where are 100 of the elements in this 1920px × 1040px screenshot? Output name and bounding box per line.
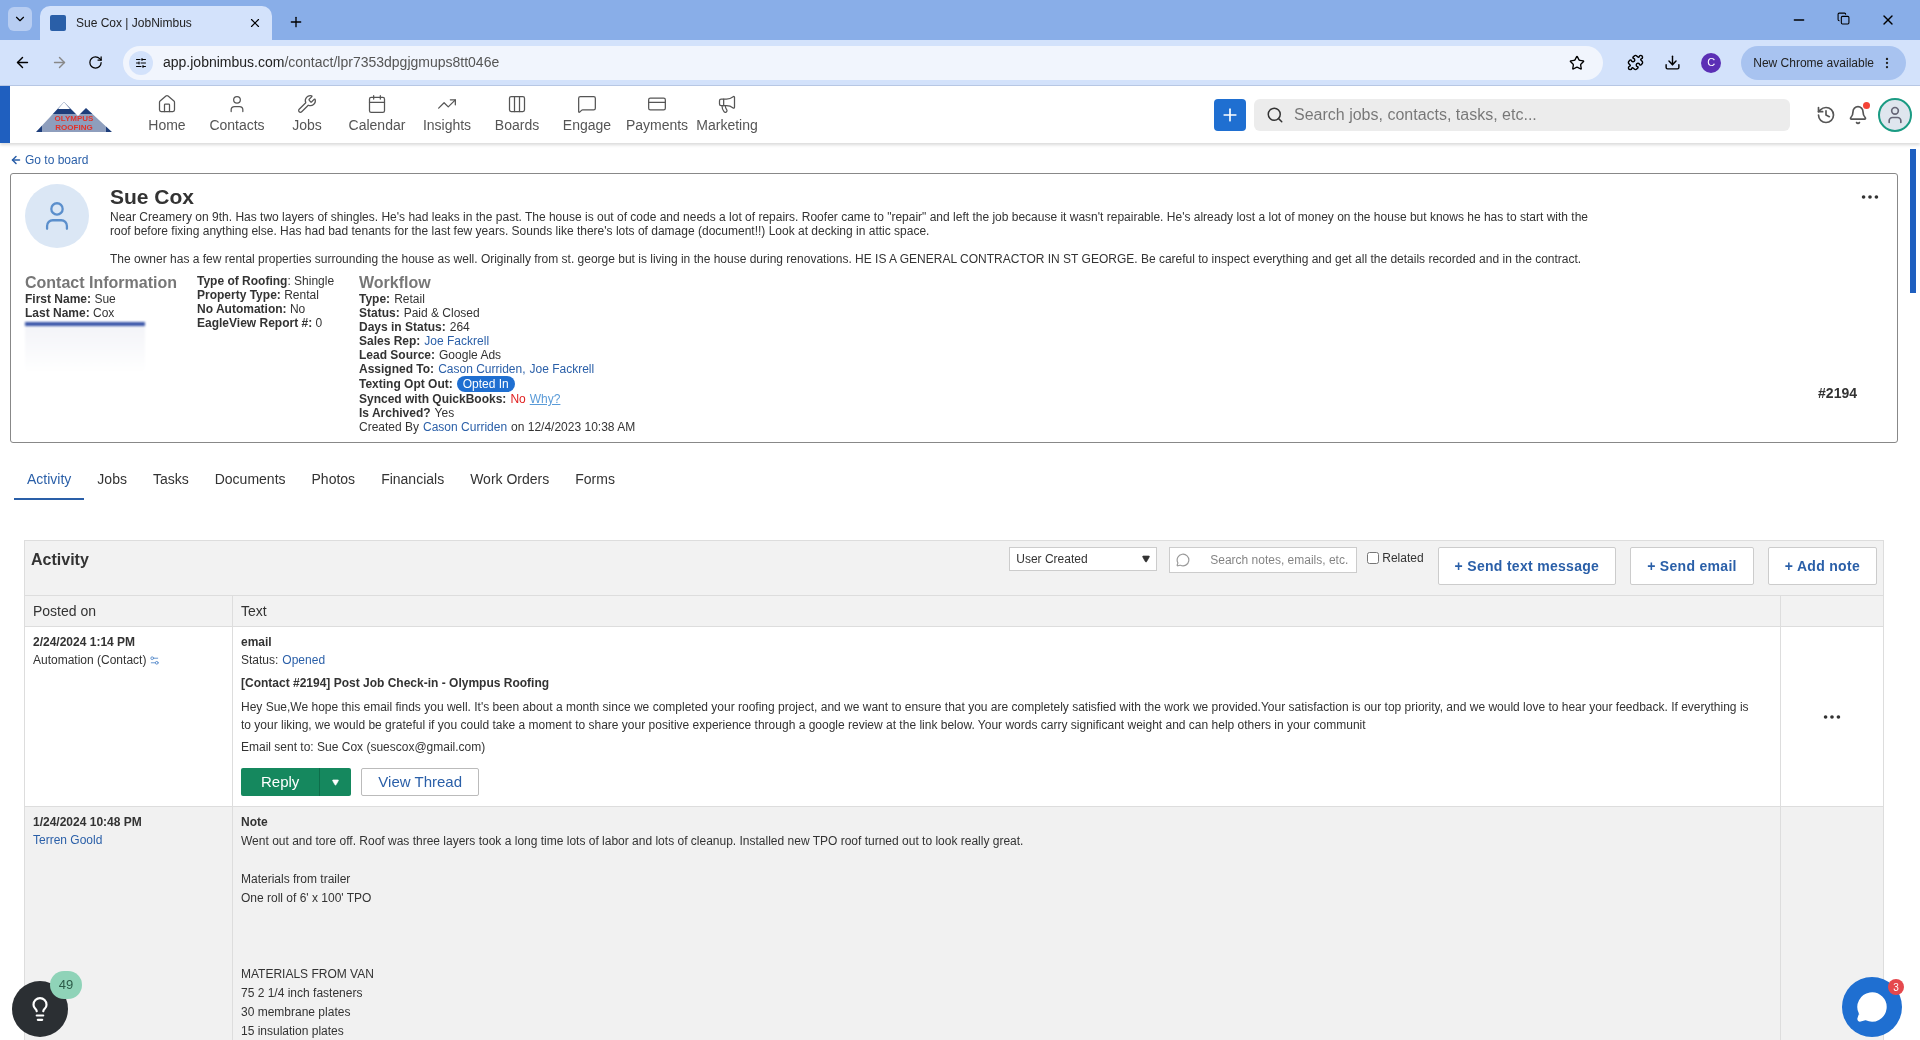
- note-line: 75 2 1/4 inch fasteners: [241, 985, 364, 1002]
- field-label: Days in Status:: [359, 320, 446, 334]
- checkbox-label: Related: [1382, 550, 1424, 567]
- field-label: Synced with QuickBooks:: [359, 392, 507, 406]
- section-heading: Contact Information: [25, 274, 178, 292]
- field-label: Texting Opt Out:: [359, 377, 453, 391]
- tab[interactable]: Photos: [298, 469, 369, 500]
- related-checkbox[interactable]: [1367, 552, 1380, 564]
- nav-item[interactable]: Engage: [552, 93, 622, 136]
- nav-item[interactable]: Boards: [482, 93, 552, 136]
- field-value: Retail: [394, 292, 425, 306]
- download-icon[interactable]: [1664, 54, 1682, 71]
- status-badge: Opted In: [456, 376, 515, 392]
- nav-item[interactable]: Insights: [412, 93, 482, 136]
- tab[interactable]: Documents: [201, 469, 299, 500]
- browser-tab[interactable]: Sue Cox | JobNimbus: [40, 6, 272, 40]
- nav-item[interactable]: Jobs: [272, 93, 342, 136]
- field-value: Paid & Closed: [403, 306, 480, 320]
- user-avatar[interactable]: [1878, 97, 1912, 132]
- caret-icon: [1142, 555, 1151, 563]
- person-link[interactable]: Joe Fackrell: [529, 362, 595, 376]
- posted-date: 2/24/2024 1:14 PM: [33, 634, 137, 651]
- back-icon[interactable]: [14, 54, 31, 71]
- nav-item[interactable]: Home: [132, 93, 202, 136]
- action-button[interactable]: + Send text message: [1437, 547, 1617, 585]
- column-header: Text: [233, 596, 1781, 626]
- nav-item[interactable]: Contacts: [202, 93, 272, 136]
- nav-item[interactable]: Calendar: [342, 93, 412, 136]
- nav-item[interactable]: Payments: [622, 93, 692, 136]
- action-button[interactable]: + Add note: [1767, 547, 1877, 585]
- status-value: Opened: [282, 652, 326, 669]
- bookmark-star-icon[interactable]: [1569, 54, 1586, 71]
- profile-avatar[interactable]: C: [1701, 52, 1722, 73]
- contact-field: Last Name: Cox: [25, 306, 197, 320]
- email-subject: [Contact #2194] Post Job Check-in - Olympus Roofing: [241, 675, 551, 692]
- field-value: on 12/4/2023 10:38 AM: [511, 420, 636, 434]
- note-line: MATERIALS FROM VAN: [241, 966, 375, 983]
- reload-icon[interactable]: [88, 55, 103, 70]
- email-body: Hey Sue,We hope this email finds you well. It's been about a month since we completed your roofing project, and we want to ensure that you are completely satisfied with the work we provided.Your satisfaction is our top priority, and we would love to hear your feedback. If everything is to your liking, we would be grateful if you could take a moment to share your positive experience through a google review at the link below. Your words carry significant weight and can help others in your communit: [241, 699, 1750, 734]
- author-link[interactable]: Terren Goold: [33, 831, 224, 849]
- field-label: Status:: [359, 306, 400, 320]
- note-line: One roll of 6' x 100' TPO: [241, 890, 373, 907]
- search-icon: [1266, 105, 1284, 124]
- columns-icon: [507, 93, 527, 114]
- tab[interactable]: Tasks: [139, 469, 202, 500]
- close-icon[interactable]: [248, 16, 262, 30]
- update-button[interactable]: New Chrome available: [1741, 45, 1906, 80]
- action-button[interactable]: + Send email: [1630, 547, 1754, 585]
- tab[interactable]: Work Orders: [457, 469, 563, 500]
- nav-item[interactable]: Marketing: [692, 93, 762, 136]
- house-icon: [157, 93, 177, 114]
- tab-title: Sue Cox | JobNimbus: [76, 15, 193, 32]
- field-value: No: [510, 392, 526, 406]
- field-label: Is Archived?: [359, 406, 431, 420]
- person-link[interactable]: Cason Curriden: [423, 420, 508, 434]
- status-label: Status:: [241, 652, 279, 669]
- person-link[interactable]: Joe Fackrell: [424, 334, 490, 348]
- back-link[interactable]: Go to board: [10, 151, 89, 169]
- author-name: Automation (Contact): [33, 652, 147, 669]
- note-line: 30 membrane plates: [241, 1004, 352, 1021]
- detail-field: EagleView Report #: 0: [197, 316, 359, 330]
- forward-icon[interactable]: [51, 54, 68, 71]
- chat-bubble-icon: [1856, 991, 1888, 1023]
- field-label: Assigned To:: [359, 362, 435, 376]
- email-recipient: Email sent to: Sue Cox (suescox@gmail.com): [241, 739, 487, 756]
- new-tab-icon[interactable]: [288, 14, 304, 30]
- posted-date: 1/24/2024 10:48 PM: [33, 814, 143, 831]
- megaphone-icon: [717, 93, 737, 114]
- note-line: 15 insulation plates: [241, 1023, 345, 1040]
- filter-dropdown[interactable]: User Created: [1009, 547, 1158, 571]
- view-thread-button[interactable]: View Thread: [361, 768, 480, 796]
- field-label: Lead Source:: [359, 348, 436, 362]
- add-button[interactable]: [1214, 98, 1246, 131]
- tab[interactable]: Financials: [368, 469, 458, 500]
- field-value: Yes: [434, 406, 455, 420]
- person-icon: [1885, 104, 1905, 125]
- tools-icon: [297, 93, 317, 114]
- restore-icon[interactable]: [1837, 12, 1850, 25]
- detail-field: Type of Roofing: Shingle: [197, 274, 359, 288]
- contact-note: The owner has a few rental properties surrounding the house as well. Originally from st. george but is living in the house during renovations. HE IS A GENERAL CONTRACTOR IN ST GEORGE. Be careful to inspect everything and get all the details recorded and in the contract.: [110, 252, 1583, 266]
- site-settings-icon[interactable]: [135, 56, 147, 69]
- person-link[interactable]: Cason Curriden,: [438, 362, 526, 376]
- search-field[interactable]: Search jobs, contacts, tasks, etc...: [1254, 98, 1790, 131]
- unread-badge: 3: [1888, 979, 1904, 995]
- extensions-icon[interactable]: [1627, 54, 1645, 71]
- detail-field: No Automation: No: [197, 302, 359, 316]
- field-value: 264: [449, 320, 470, 334]
- field-value: Google Ads: [439, 348, 502, 362]
- tab-list-button[interactable]: [8, 7, 32, 31]
- tab[interactable]: Activity: [14, 469, 85, 500]
- arrow-left-icon: [10, 154, 22, 166]
- address-bar[interactable]: app.jobnimbus.com/contact/lpr7353dpgjgmups8tt046e: [123, 45, 1604, 80]
- contact-field: First Name: Sue: [25, 292, 197, 306]
- tab[interactable]: Forms: [562, 469, 628, 500]
- note-line: Materials from trailer: [241, 871, 352, 888]
- tab[interactable]: Jobs: [84, 469, 140, 500]
- notes-search-field[interactable]: Search notes, emails, etc.: [1169, 547, 1358, 573]
- contact-name: Sue Cox: [110, 184, 196, 210]
- notification-bell-icon[interactable]: [1848, 104, 1868, 125]
- history-icon[interactable]: [1816, 104, 1836, 125]
